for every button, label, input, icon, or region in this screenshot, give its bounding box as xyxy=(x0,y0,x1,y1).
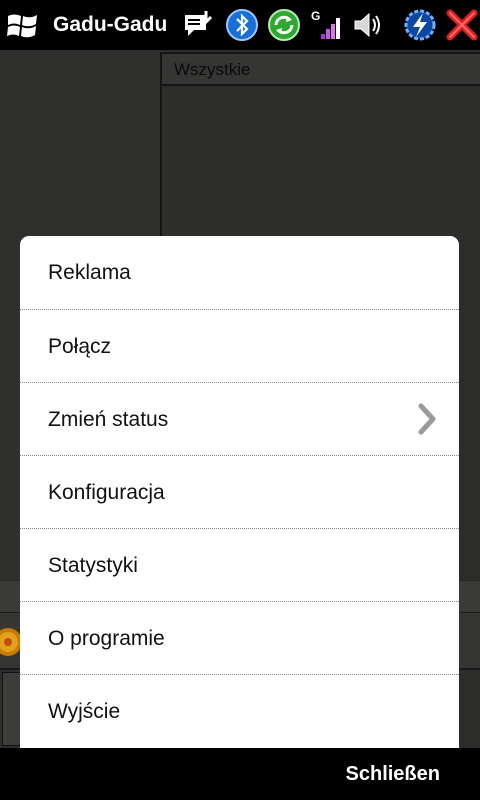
chevron-right-icon xyxy=(418,403,436,435)
menu-item-polacz[interactable]: Połącz xyxy=(20,310,459,383)
sync-icon[interactable] xyxy=(267,8,301,42)
contact-list-header[interactable]: Wszystkie xyxy=(162,54,480,86)
battery-charging-icon[interactable] xyxy=(403,8,437,42)
menu-item-label: Wyjście xyxy=(48,700,121,723)
menu-item-label: Konfiguracja xyxy=(48,481,165,504)
menu-item-konfiguracja[interactable]: Konfiguracja xyxy=(20,456,459,529)
close-softkey-button[interactable]: Schließen xyxy=(346,762,440,786)
app-title: Gadu-Gadu xyxy=(53,13,168,36)
svg-text:G: G xyxy=(311,9,320,23)
menu-item-label: Reklama xyxy=(48,261,131,284)
bluetooth-icon[interactable] xyxy=(225,8,259,42)
message-input-field xyxy=(2,672,22,746)
menu-item-label: Statystyki xyxy=(48,554,138,577)
menu-item-statystyki[interactable]: Statystyki xyxy=(20,529,459,602)
screen: Gadu-Gadu G Wszystkie Reklama Połącz Zmi… xyxy=(0,0,480,800)
title-bar: Gadu-Gadu G xyxy=(0,0,480,50)
menu-item-reklama[interactable]: Reklama xyxy=(20,236,459,309)
notification-icon[interactable] xyxy=(182,8,216,42)
softkey-bar: Schließen xyxy=(0,748,480,800)
menu-item-label: Zmień status xyxy=(48,408,169,431)
menu-item-label: O programie xyxy=(48,627,165,650)
menu-item-zmien-status[interactable]: Zmień status xyxy=(20,383,459,456)
close-icon[interactable] xyxy=(445,8,479,42)
contact-group-label: Wszystkie xyxy=(174,60,251,79)
windows-logo-icon[interactable] xyxy=(6,11,40,41)
menu-item-wyjscie[interactable]: Wyjście xyxy=(20,675,459,748)
popup-menu: Reklama Połącz Zmień status Konfiguracja… xyxy=(20,236,459,756)
volume-icon[interactable] xyxy=(351,8,385,42)
menu-item-o-programie[interactable]: O programie xyxy=(20,602,459,675)
menu-item-label: Połącz xyxy=(48,335,112,358)
signal-strength-icon: G xyxy=(311,9,340,39)
